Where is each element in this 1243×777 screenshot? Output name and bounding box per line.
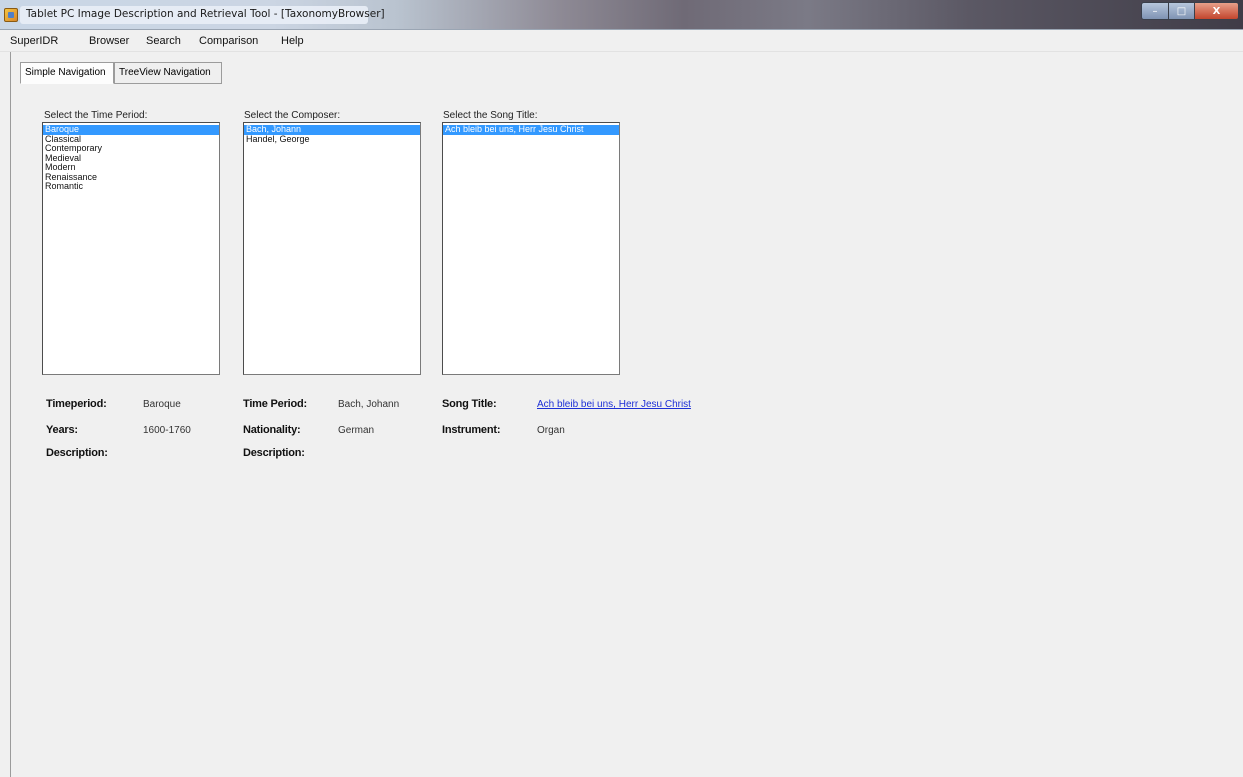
list-item[interactable]: Handel, George: [244, 135, 420, 145]
composer-timeperiod-label: Time Period:: [243, 398, 308, 410]
tab-simple-navigation[interactable]: Simple Navigation: [20, 62, 114, 84]
window-controls: – □ X: [1141, 2, 1239, 22]
menu-bar: SuperIDR Browser Search Comparison Help: [0, 30, 1243, 52]
list-item[interactable]: Classical: [43, 135, 219, 145]
instrument-value: Organ: [537, 425, 565, 436]
list-item[interactable]: Romantic: [43, 182, 219, 192]
timeperiod-info-value: Baroque: [143, 399, 181, 410]
minimize-button[interactable]: –: [1141, 2, 1169, 20]
close-button[interactable]: X: [1195, 2, 1239, 20]
app-icon[interactable]: [4, 8, 18, 22]
window-title: Tablet PC Image Description and Retrieva…: [26, 8, 385, 20]
menu-search[interactable]: Search: [146, 35, 181, 47]
maximize-icon: □: [1176, 5, 1187, 17]
timeperiod-info-label: Timeperiod:: [46, 398, 107, 410]
years-label: Years:: [46, 424, 78, 436]
maximize-button[interactable]: □: [1169, 2, 1195, 20]
list-item[interactable]: Renaissance: [43, 173, 219, 183]
minimize-icon: –: [1152, 5, 1158, 17]
composer-label: Select the Composer:: [244, 110, 341, 121]
list-item[interactable]: Modern: [43, 163, 219, 173]
period-description-label: Description:: [46, 447, 108, 459]
list-item[interactable]: Baroque: [43, 125, 219, 135]
song-title-link[interactable]: Ach bleib bei uns, Herr Jesu Christ: [537, 399, 691, 410]
list-item[interactable]: Bach, Johann: [244, 125, 420, 135]
composer-description-label: Description:: [243, 447, 305, 459]
nationality-value: German: [338, 425, 375, 436]
list-item[interactable]: Contemporary: [43, 144, 219, 154]
title-bar[interactable]: Tablet PC Image Description and Retrieva…: [0, 0, 1243, 30]
composer-name-value: Bach, Johann: [338, 399, 400, 410]
menu-superidr[interactable]: SuperIDR: [10, 35, 58, 47]
menu-help[interactable]: Help: [281, 35, 304, 47]
time-period-label: Select the Time Period:: [44, 110, 148, 121]
song-title-listbox[interactable]: Ach bleib bei uns, Herr Jesu Christ: [442, 122, 620, 375]
years-value: 1600-1760: [143, 425, 191, 436]
list-item[interactable]: Ach bleib bei uns, Herr Jesu Christ: [443, 125, 619, 135]
composer-listbox[interactable]: Bach, Johann Handel, George: [243, 122, 421, 375]
close-icon: X: [1212, 5, 1221, 17]
nationality-label: Nationality:: [243, 424, 301, 436]
song-title-label: Select the Song Title:: [443, 110, 538, 121]
instrument-label: Instrument:: [442, 424, 501, 436]
time-period-listbox[interactable]: Baroque Classical Contemporary Medieval …: [42, 122, 220, 375]
tab-treeview-navigation[interactable]: TreeView Navigation: [114, 62, 222, 84]
list-item[interactable]: Medieval: [43, 154, 219, 164]
song-title-info-label: Song Title:: [442, 398, 497, 410]
menu-comparison[interactable]: Comparison: [199, 35, 258, 47]
menu-browser[interactable]: Browser: [89, 35, 129, 47]
